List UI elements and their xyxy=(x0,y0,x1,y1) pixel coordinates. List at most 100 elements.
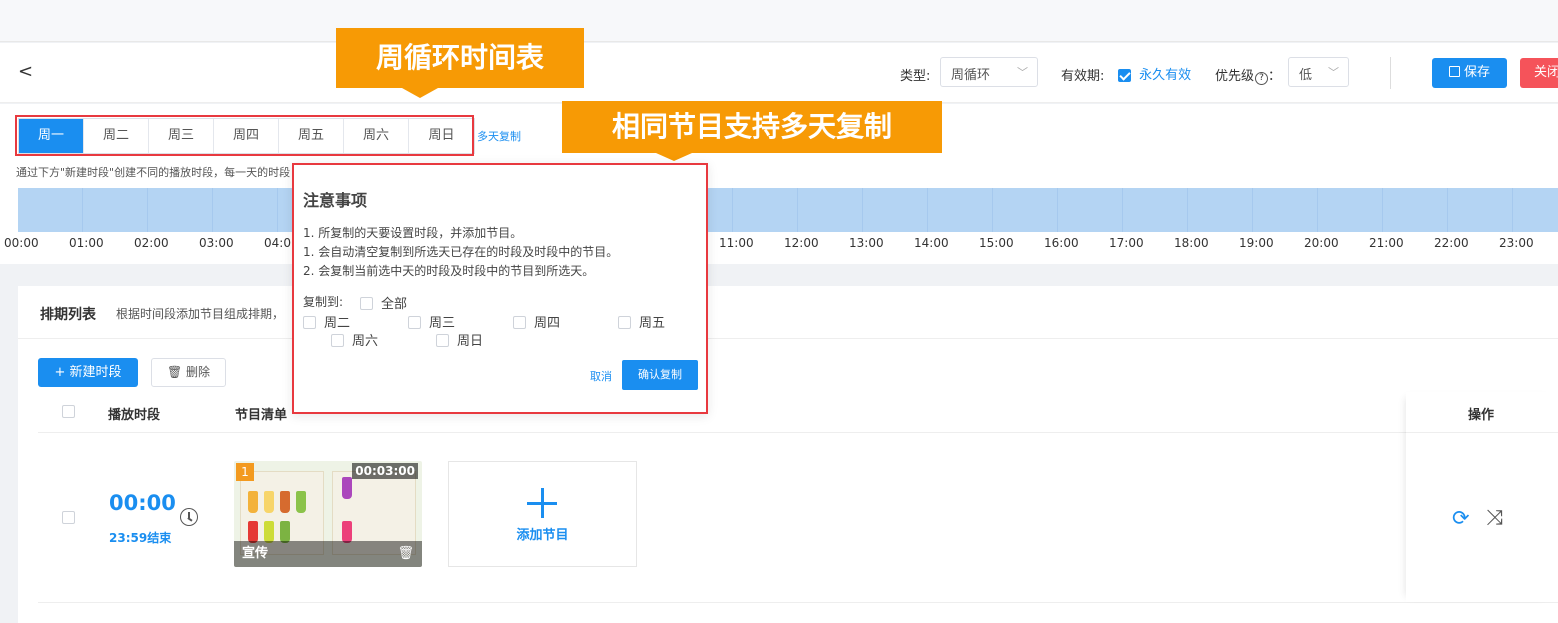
chevron-down-icon: ﹀ xyxy=(1328,66,1339,79)
timeline-hour-divider xyxy=(147,188,148,232)
checkbox[interactable] xyxy=(408,316,421,329)
type-label: 类型: xyxy=(900,69,931,84)
tabs-highlight-box xyxy=(15,115,474,156)
confirm-copy-button[interactable]: 确认复制 xyxy=(622,360,698,390)
callout-weekly-schedule: 周循环时间表 xyxy=(336,28,584,98)
checkbox[interactable] xyxy=(513,316,526,329)
timeline-hour-label: 16:00 xyxy=(1044,236,1079,250)
copy-to-label: 复制到: xyxy=(303,295,344,309)
timeline-hour-label: 21:00 xyxy=(1369,236,1404,250)
column-header-programs: 节目清单 xyxy=(235,408,288,423)
timeline-hour-label: 01:00 xyxy=(69,236,104,250)
drink-graphic xyxy=(296,491,306,513)
popup-note: 1. 会自动清空复制到所选天已存在的时段及时段中的节目。 xyxy=(303,245,619,259)
timeline-hour-divider xyxy=(1122,188,1123,232)
callout-multi-day-copy: 相同节目支持多天复制 xyxy=(562,101,942,161)
popup-note: 1. 所复制的天要设置时段，并添加节目。 xyxy=(303,226,523,240)
clock-icon[interactable] xyxy=(180,508,198,526)
divider xyxy=(18,338,1558,339)
copy-day-option[interactable]: 周二 xyxy=(303,312,350,331)
timeline-hour-divider xyxy=(1057,188,1058,232)
checkbox[interactable] xyxy=(360,297,373,310)
copy-day-option[interactable]: 周五 xyxy=(618,312,665,331)
timeline-hour-label: 17:00 xyxy=(1109,236,1144,250)
divider xyxy=(38,432,1558,433)
schedule-hint: 通过下方"新建时段"创建不同的播放时段，每一天的时段 xyxy=(16,166,291,179)
new-time-slot-button[interactable]: + 新建时段 xyxy=(38,358,138,387)
timeline-hour-label: 19:00 xyxy=(1239,236,1274,250)
timeline-hour-divider xyxy=(732,188,733,232)
row-checkbox[interactable] xyxy=(62,511,75,524)
program-duration: 00:03:00 xyxy=(352,463,418,479)
multi-day-copy-link[interactable]: 多天复制 xyxy=(477,128,521,144)
checkbox[interactable] xyxy=(331,334,344,347)
validity-checkbox-wrap[interactable]: 永久有效 xyxy=(1118,64,1191,83)
copy-all-option[interactable]: 全部 xyxy=(360,293,407,312)
chevron-left-icon[interactable]: < xyxy=(18,61,33,82)
popup-title: 注意事项 xyxy=(303,191,368,210)
timeline-bar[interactable] xyxy=(18,188,1558,232)
add-program-button[interactable]: 添加节目 xyxy=(448,461,637,567)
multi-day-copy-popup: 注意事项 1. 所复制的天要设置时段，并添加节目。 1. 会自动清空复制到所选天… xyxy=(292,163,708,414)
copy-day-option[interactable]: 周三 xyxy=(408,312,455,331)
browser-top-bar xyxy=(0,0,1558,42)
chevron-down-icon: ﹀ xyxy=(1017,66,1028,79)
validity-checkbox[interactable] xyxy=(1118,69,1131,82)
timeline-hour-divider xyxy=(927,188,928,232)
timeline-hour-divider xyxy=(992,188,993,232)
save-button[interactable]: 保存 xyxy=(1432,58,1507,88)
drink-graphic xyxy=(280,491,290,513)
timeline-hour-label: 04:0 xyxy=(264,236,291,250)
timeline-hour-divider xyxy=(1252,188,1253,232)
timeline-hour-label: 13:00 xyxy=(849,236,884,250)
drink-graphic xyxy=(264,521,274,543)
save-icon xyxy=(1448,66,1460,77)
plus-icon xyxy=(541,488,544,518)
timeline-hour-label: 14:00 xyxy=(914,236,949,250)
timeline-hour-divider xyxy=(277,188,278,232)
copy-day-option[interactable]: 周日 xyxy=(436,330,483,349)
program-caption: 宣传 xyxy=(242,546,269,561)
delete-button[interactable]: 🗑 删除 xyxy=(151,358,226,387)
checkbox[interactable] xyxy=(436,334,449,347)
drink-graphic xyxy=(248,521,258,543)
drink-graphic xyxy=(342,477,352,499)
schedule-title: 排期列表 xyxy=(40,307,96,323)
checkbox[interactable] xyxy=(618,316,631,329)
program-thumbnail[interactable]: 1 00:03:00 宣传 🗑 xyxy=(234,461,422,567)
drink-graphic xyxy=(342,521,352,543)
divider xyxy=(1390,57,1391,89)
trash-icon[interactable]: 🗑 xyxy=(397,546,414,561)
timeline-hour-divider xyxy=(1317,188,1318,232)
schedule-subtitle: 根据时间段添加节目组成排期， xyxy=(116,307,285,321)
loop-icon[interactable]: ⟳ xyxy=(1452,506,1470,530)
timeline-hour-label: 12:00 xyxy=(784,236,819,250)
timeline-hour-label: 15:00 xyxy=(979,236,1014,250)
column-header-actions: 操作 xyxy=(1468,408,1495,423)
timeline-hour-label: 00:00 xyxy=(4,236,39,250)
type-select-value: 周循环 xyxy=(951,68,991,83)
checkbox[interactable] xyxy=(303,316,316,329)
drink-graphic xyxy=(280,521,290,543)
close-button[interactable]: 关闭 xyxy=(1520,58,1558,88)
timeline-hour-label: 20:00 xyxy=(1304,236,1339,250)
select-all-checkbox[interactable] xyxy=(62,405,75,418)
slot-start-time[interactable]: 00:00 xyxy=(109,491,176,515)
shuffle-icon[interactable]: ⤨ xyxy=(1486,505,1503,530)
timeline-hour-divider xyxy=(82,188,83,232)
add-program-label: 添加节目 xyxy=(516,528,569,543)
type-select[interactable]: 周循环 ﹀ xyxy=(940,57,1038,87)
program-index-badge: 1 xyxy=(236,463,254,481)
copy-day-option[interactable]: 周四 xyxy=(513,312,560,331)
editor-header: < 类型: 周循环 ﹀ 有效期: 永久有效 优先级?： 低 ﹀ 保存 关闭 xyxy=(0,43,1558,103)
timeline-hour-label: 11:00 xyxy=(719,236,754,250)
cancel-button[interactable]: 取消 xyxy=(590,368,612,384)
timeline-hour-divider xyxy=(1382,188,1383,232)
question-circle-icon[interactable]: ? xyxy=(1255,72,1269,85)
priority-select[interactable]: 低 ﹀ xyxy=(1288,57,1349,87)
validity-label: 有效期: xyxy=(1061,69,1105,84)
copy-day-option[interactable]: 周六 xyxy=(331,330,378,349)
trash-icon: 🗑 xyxy=(166,365,183,379)
priority-select-value: 低 xyxy=(1299,68,1313,83)
actions-column: 操作 ⟳ ⤨ xyxy=(1406,392,1558,602)
